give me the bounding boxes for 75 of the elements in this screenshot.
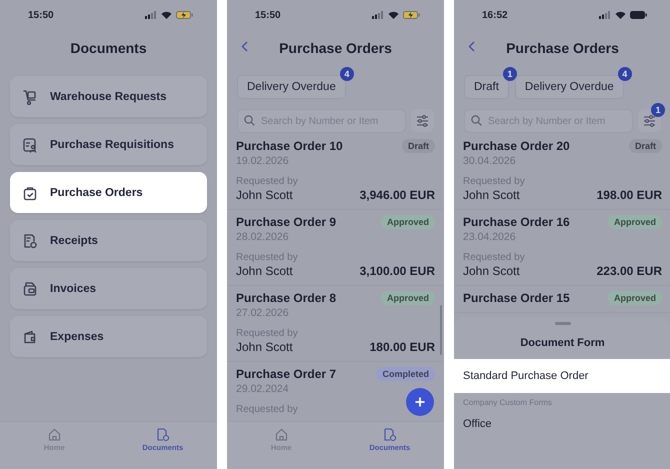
menu-item[interactable]: Expenses xyxy=(10,316,207,357)
chevron-left-icon xyxy=(468,41,475,52)
requester-name: John Scott xyxy=(236,264,293,278)
signal-icon xyxy=(145,11,157,19)
wifi-icon xyxy=(388,11,399,19)
status-time: 15:50 xyxy=(255,10,281,20)
screen-title: Purchase Orders xyxy=(506,40,619,56)
count-badge: 4 xyxy=(340,67,354,81)
scrollbar xyxy=(440,305,442,355)
requester-name: John Scott xyxy=(236,340,293,354)
bag-check-icon xyxy=(22,184,38,200)
order-title: Purchase Order 16 xyxy=(463,215,570,229)
requester-name: John Scott xyxy=(236,188,293,202)
menu-item[interactable]: Receipts xyxy=(10,220,207,261)
filter-chip[interactable]: Draft xyxy=(464,75,509,99)
wallet-icon xyxy=(22,328,38,344)
document-icon xyxy=(383,428,396,441)
document-icon xyxy=(156,428,170,441)
order-amount: 180.00 EUR xyxy=(370,340,435,354)
receipt-icon xyxy=(22,232,38,248)
home-icon xyxy=(274,428,288,441)
status-badge: Approved xyxy=(380,215,435,229)
requester-name: John Scott xyxy=(463,264,520,278)
add-button[interactable] xyxy=(406,388,434,416)
order-title: Purchase Order 7 xyxy=(236,367,336,381)
status-badge: Approved xyxy=(608,291,662,305)
sheet-title: Document Form xyxy=(519,337,606,349)
sliders-icon xyxy=(416,114,429,126)
filter-chip[interactable]: Delivery Overdue xyxy=(514,75,624,99)
status-time: 15:50 xyxy=(28,10,54,20)
order-title: Purchase Order 9 xyxy=(236,215,336,229)
order-title: Purchase Order 20 xyxy=(463,139,570,153)
status-badge: Approved xyxy=(608,215,662,229)
back-button[interactable] xyxy=(239,39,250,54)
menu-item[interactable]: Purchase Requisitions xyxy=(10,124,207,165)
status-badge: Draft xyxy=(402,139,435,153)
wifi-icon xyxy=(161,11,172,19)
order-title: Purchase Order 15 xyxy=(463,291,570,305)
search-icon xyxy=(244,115,255,126)
home-icon xyxy=(48,428,61,441)
count-badge: 1 xyxy=(502,67,517,81)
order-amount: 3,100.00 EUR xyxy=(360,264,435,278)
order-amount: 223.00 EUR xyxy=(596,264,662,278)
filter-button[interactable] xyxy=(411,109,434,132)
wifi-icon xyxy=(615,11,626,19)
search-icon xyxy=(471,115,482,126)
status-badge: Completed xyxy=(376,367,435,381)
signal-icon xyxy=(599,11,611,19)
invoice-icon xyxy=(22,280,38,296)
order-title: Purchase Order 8 xyxy=(236,291,336,305)
sliders-icon xyxy=(643,114,656,126)
order-amount: 3,946.00 EUR xyxy=(360,188,435,202)
order-title: Purchase Order 10 xyxy=(236,139,343,153)
trolley-icon xyxy=(22,88,38,104)
menu-item[interactable]: Purchase Orders xyxy=(10,172,207,213)
screen-title: Purchase Orders xyxy=(279,40,392,56)
requester-name: John Scott xyxy=(463,188,520,202)
chevron-left-icon xyxy=(241,41,248,52)
document-person-icon xyxy=(22,136,38,152)
back-button[interactable] xyxy=(466,39,477,54)
screen-title: Documents xyxy=(70,40,147,56)
status-badge: Approved xyxy=(380,291,435,305)
filter-chip[interactable]: Delivery Overdue xyxy=(237,75,346,99)
drag-handle[interactable] xyxy=(554,322,570,325)
status-badge: Draft xyxy=(628,139,662,153)
plus-icon xyxy=(415,397,425,407)
order-amount: 198.00 EUR xyxy=(596,188,662,202)
form-option[interactable]: Office xyxy=(454,407,670,441)
signal-icon xyxy=(372,11,384,19)
menu-item[interactable]: Warehouse Requests xyxy=(10,76,207,117)
form-option[interactable]: Standard Purchase Order xyxy=(454,359,670,393)
status-time: 16:52 xyxy=(482,10,508,20)
count-badge: 1 xyxy=(651,103,665,117)
menu-item[interactable]: Invoices xyxy=(10,268,207,309)
count-badge: 4 xyxy=(618,67,632,81)
